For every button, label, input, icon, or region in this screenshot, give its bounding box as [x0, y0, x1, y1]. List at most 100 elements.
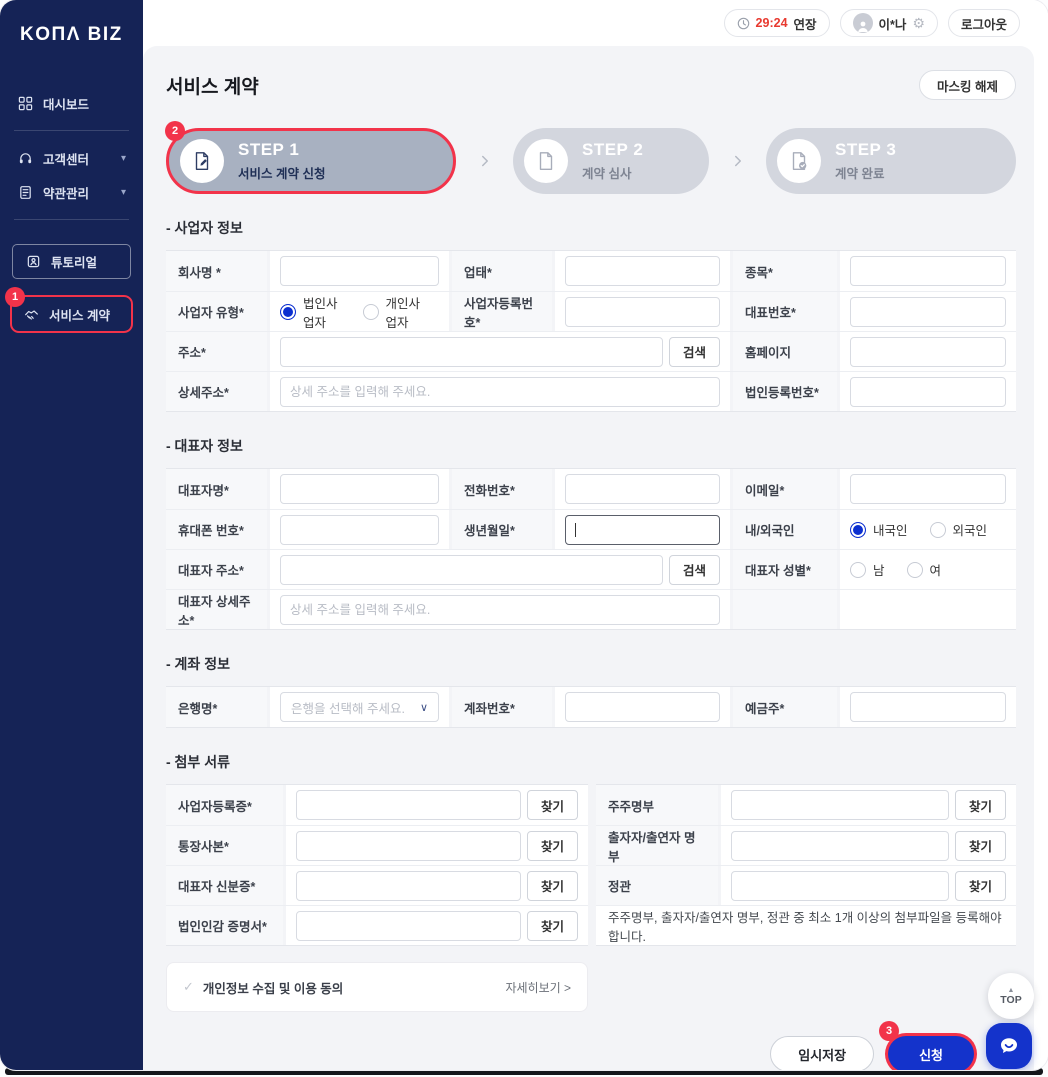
scroll-to-top-button[interactable]: ▲ TOP: [988, 973, 1034, 1019]
check-icon: ✓: [183, 979, 194, 994]
section-title-business: - 사업자 정보: [166, 220, 243, 236]
sidebar-item-dashboard[interactable]: 대시보드: [0, 86, 143, 120]
business-item-input[interactable]: [850, 256, 1006, 286]
bank-select[interactable]: 은행을 선택해 주세요. ∨: [280, 692, 439, 722]
main-area: 29:24 연장 이*나 ⚙ 로그아웃 서비스 계약 마스킹 해제 2 STEP…: [143, 0, 1048, 1070]
field-label-account-number: 계좌번호*: [452, 687, 552, 727]
investor-list-file-input[interactable]: [731, 830, 949, 861]
corp-seal-cert-browse-button[interactable]: 찾기: [526, 910, 578, 941]
bankbook-copy-browse-button[interactable]: 찾기: [526, 830, 578, 861]
gear-icon[interactable]: ⚙: [912, 16, 925, 30]
field-label-rep-email: 이메일*: [733, 469, 837, 509]
privacy-agreement-card: ✓ 개인정보 수집 및 이용 동의 자세히보기 >: [166, 962, 588, 1012]
radio-male[interactable]: 남: [850, 560, 885, 579]
step-3[interactable]: STEP 3 계약 완료: [766, 128, 1016, 194]
chevron-right-icon: [476, 152, 494, 170]
address-search-button[interactable]: 검색: [668, 336, 720, 367]
attachments-note: 주주명부, 출자자/출연자 명부, 정관 중 최소 1개 이상의 첨부파일을 등…: [608, 910, 1002, 944]
extend-session-button[interactable]: 연장: [794, 14, 817, 33]
shareholder-list-file-input[interactable]: [731, 790, 949, 820]
logout-button[interactable]: 로그아웃: [947, 9, 1020, 37]
address-input[interactable]: [280, 336, 663, 367]
step-label: 계약 완료: [835, 167, 885, 181]
radio-label: 여: [929, 564, 942, 578]
session-time-remaining: 29:24: [755, 16, 788, 30]
articles-file-input[interactable]: [731, 870, 949, 901]
rep-id-browse-button[interactable]: 찾기: [526, 870, 578, 901]
field-label-nationality: 내/외국인: [733, 510, 837, 549]
dashboard-icon: [17, 95, 33, 111]
business-license-file-input[interactable]: [296, 790, 521, 820]
sidebar-item-customer-center[interactable]: 고객센터 ▾: [0, 141, 143, 175]
chat-button[interactable]: [986, 1023, 1032, 1069]
articles-browse-button[interactable]: 찾기: [954, 870, 1006, 901]
radio-dot: [929, 521, 946, 538]
sidebar-item-terms[interactable]: 약관관리 ▾: [0, 175, 143, 209]
document-edit-icon: [180, 139, 224, 183]
sidebar-menu: 대시보드 고객센터 ▾ 약관관리 ▾ 튜토리얼 1 서비스 계약: [0, 86, 143, 333]
field-label-investor-list: 출자자/출연자 명부: [596, 826, 718, 865]
field-label-business-license: 사업자등록증*: [166, 785, 283, 825]
address-detail-input[interactable]: [280, 376, 720, 407]
radio-foreign[interactable]: 외국인: [929, 520, 987, 539]
account-holder-input[interactable]: [850, 692, 1006, 722]
corp-reg-no-input[interactable]: [850, 376, 1006, 407]
top-label: TOP: [1000, 993, 1022, 1006]
rep-phone-input[interactable]: [565, 474, 720, 504]
field-label-business-type: 사업자 유형*: [166, 292, 267, 331]
temp-save-button[interactable]: 임시저장: [770, 1036, 875, 1070]
step-1[interactable]: 2 STEP 1 서비스 계약 신청: [165, 121, 456, 194]
unmask-button[interactable]: 마스킹 해제: [919, 70, 1016, 100]
field-label-rep-id: 대표자 신분증*: [166, 866, 283, 905]
rep-address-search-button[interactable]: 검색: [668, 554, 720, 585]
field-label-rep-birth: 생년월일*: [452, 510, 552, 549]
shareholder-list-browse-button[interactable]: 찾기: [954, 790, 1006, 820]
company-name-input[interactable]: [280, 256, 439, 286]
clock-icon: [737, 17, 750, 30]
sidebar-item-label: 고객센터: [43, 152, 90, 167]
main-phone-input[interactable]: [850, 296, 1006, 327]
field-label-corp-reg-no: 법인등록번호*: [733, 372, 837, 411]
chevron-down-icon: ▾: [120, 152, 126, 164]
rep-id-file-input[interactable]: [296, 870, 521, 901]
corp-seal-cert-file-input[interactable]: [296, 910, 521, 941]
bankbook-copy-file-input[interactable]: [296, 830, 521, 861]
radio-dot-selected: [280, 303, 296, 320]
field-label-homepage: 홈페이지: [733, 332, 837, 371]
submit-button[interactable]: 3 신청: [879, 1021, 974, 1070]
step-indicator: 2 STEP 1 서비스 계약 신청 STEP 2 계약 심사 STEP 3 계…: [165, 121, 1016, 194]
radio-dot: [906, 561, 923, 578]
user-pill[interactable]: 이*나 ⚙: [839, 9, 938, 37]
account-info-table: 은행명* 은행을 선택해 주세요. ∨ 계좌번호* 예금주*: [166, 686, 1016, 728]
account-number-input[interactable]: [565, 692, 720, 722]
sidebar-item-service-contract[interactable]: 1 서비스 계약: [5, 287, 133, 333]
session-timer-pill[interactable]: 29:24 연장: [723, 9, 830, 37]
investor-list-browse-button[interactable]: 찾기: [954, 830, 1006, 861]
rep-address-detail-input[interactable]: [280, 594, 720, 625]
privacy-agreement-label: 개인정보 수집 및 이용 동의: [202, 981, 344, 996]
sidebar-divider: [14, 130, 129, 131]
homepage-input[interactable]: [850, 336, 1006, 367]
business-license-browse-button[interactable]: 찾기: [526, 790, 578, 820]
rep-name-input[interactable]: [280, 474, 439, 504]
rep-address-input[interactable]: [280, 554, 663, 585]
rep-birth-input[interactable]: [565, 514, 720, 545]
sidebar-item-tutorial[interactable]: 튜토리얼: [12, 244, 131, 279]
business-reg-no-input[interactable]: [565, 296, 720, 327]
brand-logo: KOΠΛ BIZ: [20, 24, 123, 45]
radio-female[interactable]: 여: [906, 560, 942, 579]
business-category-input[interactable]: [565, 256, 720, 286]
privacy-agreement-detail-link[interactable]: 자세히보기 >: [505, 979, 571, 996]
radio-individual[interactable]: 개인사업자: [362, 293, 424, 331]
radio-domestic[interactable]: 내국인: [850, 520, 908, 539]
annotation-badge-3: 3: [879, 1021, 900, 1041]
radio-label: 내국인: [873, 524, 908, 538]
attachments-table-left: 사업자등록증* 찾기 통장사본* 찾기 대표자 신분증* 찾기 법인인감 증명서…: [166, 784, 588, 946]
rep-mobile-input[interactable]: [280, 514, 439, 545]
document-check-icon: [777, 139, 821, 183]
step-name: STEP 1: [238, 140, 300, 159]
rep-email-input[interactable]: [850, 474, 1006, 504]
step-2[interactable]: STEP 2 계약 심사: [513, 128, 709, 194]
radio-corporate[interactable]: 법인사업자: [280, 293, 341, 331]
field-label-category: 업태*: [452, 251, 552, 291]
